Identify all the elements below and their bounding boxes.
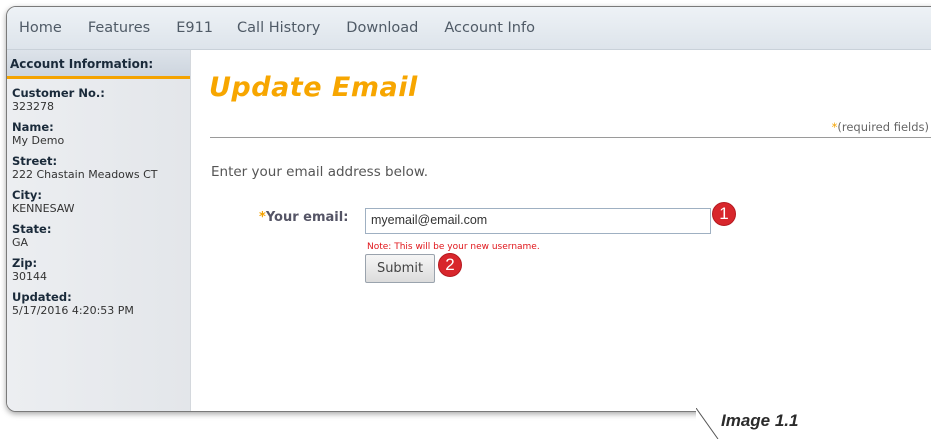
nav-call-history[interactable]: Call History <box>237 20 320 36</box>
submit-button[interactable]: Submit <box>365 254 435 283</box>
email-input[interactable]: myemail@email.com <box>365 208 711 234</box>
callout-badge-1: 1 <box>712 202 736 226</box>
street-label: Street: <box>12 154 58 168</box>
browser-window: Home Features E911 Call History Download… <box>6 6 931 412</box>
email-required-star: * <box>259 210 266 225</box>
divider <box>210 137 931 138</box>
main-content: Update Email *(required fields) Enter yo… <box>191 50 931 411</box>
zip-value: 30144 <box>12 270 47 283</box>
account-info-list: Customer No.: 323278 Name: My Demo Stree… <box>7 86 190 318</box>
email-label: *Your email: <box>259 210 348 225</box>
customer-no-label: Customer No.: <box>12 86 105 100</box>
account-sidebar: Account Information: Customer No.: 32327… <box>7 50 191 411</box>
nav-account-info[interactable]: Account Info <box>444 20 535 36</box>
state-value: GA <box>12 236 29 249</box>
sidebar-header: Account Information: <box>7 50 190 79</box>
updated-value: 5/17/2016 4:20:53 PM <box>12 304 134 317</box>
nav-features[interactable]: Features <box>88 20 150 36</box>
state-label: State: <box>12 222 52 236</box>
email-label-text: Your email: <box>265 210 349 225</box>
name-value: My Demo <box>12 134 65 147</box>
page-title: Update Email <box>209 72 418 103</box>
name-label: Name: <box>12 120 54 134</box>
username-note: Note: This will be your new username. <box>367 242 540 252</box>
zip-label: Zip: <box>12 256 38 270</box>
customer-no-value: 323278 <box>12 100 54 113</box>
top-navigation: Home Features E911 Call History Download… <box>7 7 931 50</box>
required-fields-note: *(required fields) <box>832 120 929 134</box>
nav-e911[interactable]: E911 <box>176 20 213 36</box>
city-value: KENNESAW <box>12 202 75 215</box>
updated-label: Updated: <box>12 290 72 304</box>
required-text: (required fields) <box>837 120 929 134</box>
nav-download[interactable]: Download <box>346 20 418 36</box>
street-value: 222 Chastain Meadows CT <box>12 168 158 181</box>
image-caption: Image 1.1 <box>721 411 799 430</box>
city-label: City: <box>12 188 42 202</box>
nav-home[interactable]: Home <box>19 20 62 36</box>
instruction-text: Enter your email address below. <box>211 164 429 180</box>
callout-badge-2: 2 <box>438 253 462 277</box>
